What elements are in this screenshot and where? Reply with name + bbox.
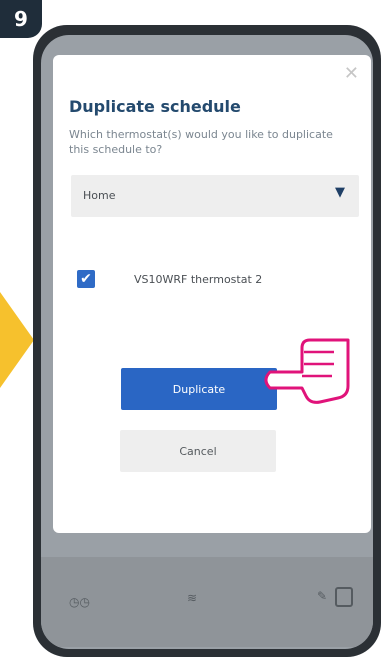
location-select-value: Home (83, 189, 116, 202)
step-number: 9 (14, 7, 28, 31)
thermostat-label: VS10WRF thermostat 2 (134, 273, 263, 286)
pointing-hand-icon (264, 338, 350, 404)
copy-icon (335, 587, 353, 607)
thermostat-checkbox-row[interactable]: ✔ VS10WRF thermostat 2 (77, 267, 347, 293)
checkbox-checked[interactable]: ✔ (77, 270, 95, 288)
close-icon[interactable]: ✕ (344, 63, 359, 84)
pen-icon: ✎ (316, 589, 327, 603)
dialog-subtitle: Which thermostat(s) would you like to du… (69, 128, 333, 156)
dialog-title: Duplicate schedule (69, 97, 241, 116)
location-select[interactable]: Home ▼ (71, 175, 359, 217)
step-number-badge: 9 (0, 0, 42, 38)
fan-icon: ≋ (187, 591, 198, 605)
cancel-button[interactable]: Cancel (120, 430, 276, 472)
duplicate-schedule-dialog: ✕ Duplicate schedule Which thermostat(s)… (53, 55, 371, 533)
background-toolbar: ◷◷ ≋ ✎ (41, 557, 373, 647)
clock-icon: ◷◷ (69, 595, 90, 609)
yellow-arrow-indicator (0, 292, 34, 388)
dropdown-triangle-icon: ▼ (335, 185, 345, 200)
duplicate-button[interactable]: Duplicate (121, 368, 277, 410)
